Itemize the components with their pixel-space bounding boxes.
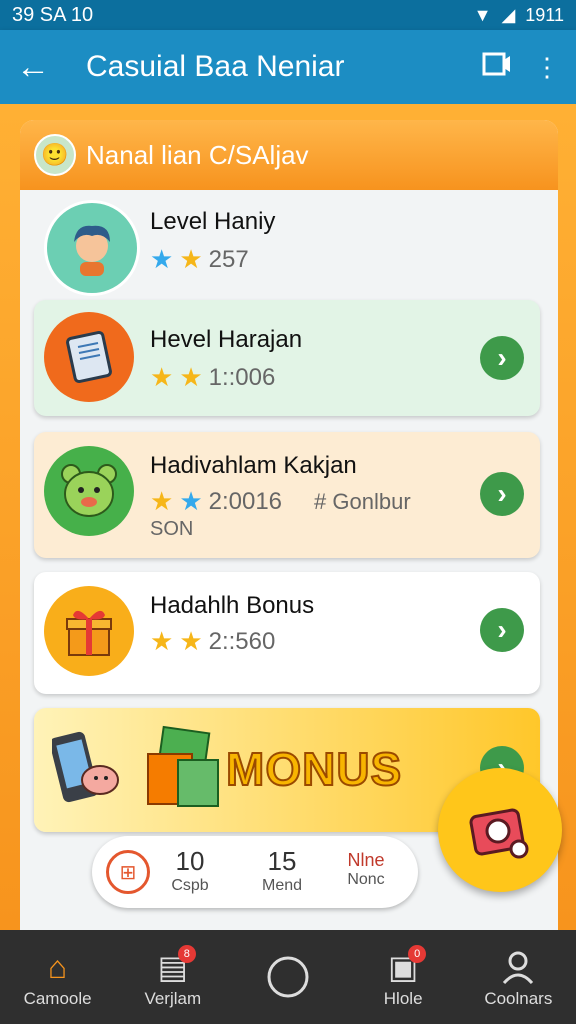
back-arrow-icon[interactable]: ← [16, 48, 72, 87]
row-name: Level Haniy [150, 208, 276, 235]
nav-label: Hlole [383, 989, 423, 1008]
bonus-label: MONUS [225, 742, 403, 796]
film-icon[interactable] [482, 51, 512, 84]
stat-label: Nonc [347, 871, 385, 888]
panel-header: 🙂 Nanal lian C/SAljav [20, 120, 558, 190]
row-stats: ★ ★ 2::560 [150, 626, 275, 657]
nav-item-list[interactable]: ▤ 8 Verjlam [118, 945, 228, 1009]
row-stats: ★ ★ 1::006 [150, 362, 275, 393]
star-icon: ★ [150, 362, 174, 392]
boy-avatar-icon [44, 200, 140, 296]
star-icon: ★ [150, 244, 174, 274]
nav-item-compass[interactable] [233, 955, 343, 999]
user-icon [463, 945, 573, 989]
nav-label: Coolnars [484, 989, 553, 1008]
stat-value: 10 [175, 846, 205, 876]
list-item[interactable]: Hevel Harajan ★ ★ 1::006 › [34, 300, 540, 416]
nav-label: Camoole [23, 989, 92, 1008]
more-vert-icon[interactable]: ⋮ [534, 52, 560, 83]
list-item[interactable]: Level Haniy ★ ★ 257 [34, 192, 540, 296]
star-icon: ★ [179, 626, 203, 656]
camera-icon [469, 808, 529, 859]
compass-icon [233, 955, 343, 999]
stat-value: Nlne [347, 850, 385, 870]
row-name: Hadahlh Bonus [150, 592, 315, 619]
nav-item-inbox[interactable]: ▣ 0 Hlole [348, 945, 458, 1009]
basket-icon: ⊞ [106, 850, 150, 894]
star-icon: ★ [179, 244, 203, 274]
tablet-icon [44, 312, 134, 402]
wifi-icon: ▼ [473, 4, 492, 25]
row-value: 1::006 [208, 363, 276, 391]
status-time: 39 SA 10 [12, 3, 94, 26]
avatar-icon: 🙂 [34, 134, 76, 176]
stat-item: Nlne Nonc [326, 846, 406, 889]
stat-label: Cspb [171, 877, 209, 894]
row-stats: ★ ★ 257 [150, 244, 249, 275]
phone-icon [49, 730, 122, 815]
go-button[interactable]: › [480, 472, 524, 516]
row-name: Hadivahlam Kakjan [150, 452, 357, 479]
app-title: Casuial Baa Neniar [86, 50, 345, 83]
stat-item: 10 Cspb [150, 846, 230, 895]
notification-badge: 8 [177, 945, 196, 963]
cash-icon [144, 724, 224, 819]
camera-fab-button[interactable] [438, 768, 562, 892]
row-value: 257 [208, 245, 249, 273]
list-icon: ▤ [157, 949, 188, 985]
star-icon: ★ [179, 362, 203, 392]
row-stats: ★ ★ 2:0016 # Gonlbur [150, 486, 411, 517]
nav-label: Verjlam [144, 989, 202, 1008]
row-value: 2:0016 [208, 487, 283, 515]
row-sub: SON [150, 518, 194, 540]
bottom-nav: ⌂ Camoole ▤ 8 Verjlam ▣ 0 Hlole Coolnars [0, 930, 576, 1024]
stat-label: Mend [261, 877, 303, 894]
gift-icon [44, 586, 134, 676]
row-extra: # Gonlbur [314, 488, 411, 514]
signal-icon: ◢ [501, 4, 516, 25]
row-value: 2::560 [208, 627, 276, 655]
app-bar: ← Casuial Baa Neniar ⋮ [0, 30, 576, 104]
list-item[interactable]: Hadahlh Bonus ★ ★ 2::560 › [34, 572, 540, 694]
stat-item: 15 Mend [242, 846, 322, 895]
row-name: Hevel Harajan [150, 326, 303, 353]
star-icon: ★ [150, 626, 174, 656]
go-button[interactable]: › [480, 336, 524, 380]
stat-value: 15 [267, 846, 297, 876]
stats-summary: ⊞ 10 Cspb 15 Mend Nlne Nonc [92, 836, 418, 908]
nav-item-home[interactable]: ⌂ Camoole [3, 945, 113, 1009]
bear-icon [44, 446, 134, 536]
star-icon: ★ [150, 486, 174, 516]
status-right-text: 1911 [525, 4, 564, 25]
star-icon: ★ [179, 486, 203, 516]
list-item[interactable]: Hadivahlam Kakjan ★ ★ 2:0016 # Gonlbur S… [34, 432, 540, 558]
go-button[interactable]: › [480, 608, 524, 652]
panel-title: Nanal lian C/SAljav [86, 139, 309, 170]
status-bar: 39 SA 10 ▼ ◢ 1911 [0, 0, 576, 30]
home-icon: ⌂ [47, 948, 68, 985]
inbox-icon: ▣ [388, 949, 419, 985]
nav-item-profile[interactable]: Coolnars [463, 945, 573, 1009]
